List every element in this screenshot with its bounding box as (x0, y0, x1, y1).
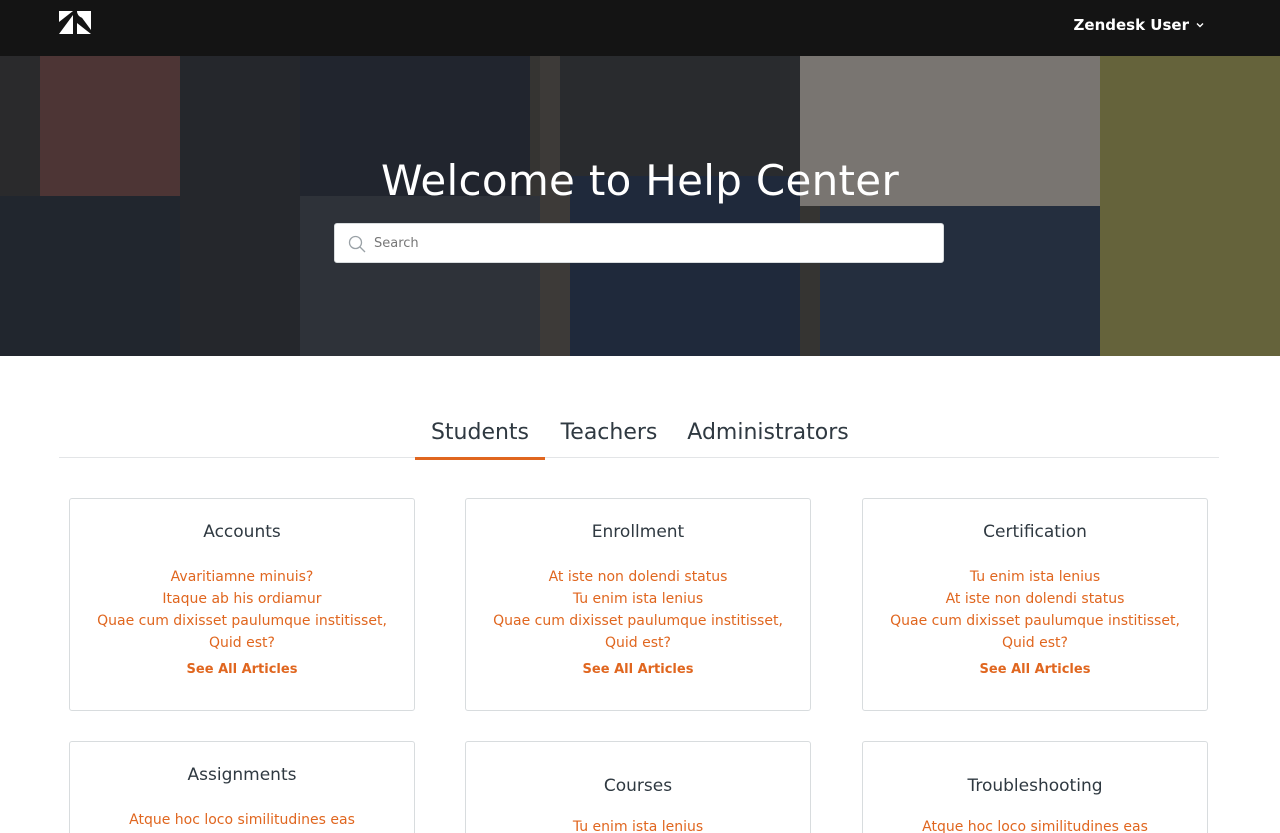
article-link[interactable]: Avaritiamne minuis? (70, 566, 414, 588)
article-link[interactable]: Tu enim ista lenius (863, 566, 1207, 588)
article-link[interactable]: Quae cum dixisset paulumque institisset,… (466, 610, 810, 654)
audience-tabs: Students Teachers Administrators (59, 414, 1219, 460)
page-title: Welcome to Help Center (380, 156, 900, 205)
category-card-accounts: Accounts Avaritiamne minuis? Itaque ab h… (69, 498, 415, 711)
search-input[interactable] (374, 224, 934, 262)
article-list: Atque hoc loco similitudines eas (70, 809, 414, 831)
card-title[interactable]: Courses (466, 776, 810, 796)
card-title[interactable]: Assignments (70, 765, 414, 785)
article-list: At iste non dolendi status Tu enim ista … (466, 566, 810, 654)
hero-background-image (0, 56, 1280, 356)
tab-students[interactable]: Students (415, 420, 545, 460)
article-list: Tu enim ista lenius (466, 816, 810, 833)
tab-administrators[interactable]: Administrators (673, 420, 863, 460)
user-menu-button[interactable]: Zendesk User (1074, 16, 1205, 34)
article-link[interactable]: Tu enim ista lenius (466, 816, 810, 833)
article-link[interactable]: Tu enim ista lenius (466, 588, 810, 610)
see-all-articles-link[interactable]: See All Articles (187, 662, 298, 677)
article-link[interactable]: Atque hoc loco similitudines eas (70, 809, 414, 831)
card-title[interactable]: Certification (863, 522, 1207, 542)
article-link[interactable]: Quae cum dixisset paulumque institisset,… (863, 610, 1207, 654)
see-all-articles-link[interactable]: See All Articles (980, 662, 1091, 677)
category-card-courses: Courses Tu enim ista lenius (465, 741, 811, 833)
category-card-certification: Certification Tu enim ista lenius At ist… (862, 498, 1208, 711)
card-title[interactable]: Accounts (70, 522, 414, 542)
article-link[interactable]: Quae cum dixisset paulumque institisset,… (70, 610, 414, 654)
category-card-assignments: Assignments Atque hoc loco similitudines… (69, 741, 415, 833)
top-navigation-bar: Zendesk User (0, 0, 1280, 56)
card-title[interactable]: Enrollment (466, 522, 810, 542)
article-link[interactable]: At iste non dolendi status (466, 566, 810, 588)
article-list: Tu enim ista lenius At iste non dolendi … (863, 566, 1207, 654)
article-list: Avaritiamne minuis? Itaque ab his ordiam… (70, 566, 414, 654)
article-link[interactable]: At iste non dolendi status (863, 588, 1207, 610)
see-all-articles-link[interactable]: See All Articles (583, 662, 694, 677)
card-title[interactable]: Troubleshooting (863, 776, 1207, 796)
zendesk-logo-icon[interactable] (59, 11, 91, 35)
search-icon (348, 235, 366, 253)
search-box[interactable] (334, 223, 944, 263)
article-link[interactable]: Atque hoc loco similitudines eas (863, 816, 1207, 833)
category-card-enrollment: Enrollment At iste non dolendi status Tu… (465, 498, 811, 711)
chevron-down-icon (1196, 23, 1204, 28)
article-list: Atque hoc loco similitudines eas (863, 816, 1207, 833)
tab-teachers[interactable]: Teachers (549, 420, 669, 460)
category-card-troubleshooting: Troubleshooting Atque hoc loco similitud… (862, 741, 1208, 833)
user-name-label: Zendesk User (1073, 16, 1189, 34)
hero-banner: Welcome to Help Center (0, 56, 1280, 356)
article-link[interactable]: Itaque ab his ordiamur (70, 588, 414, 610)
